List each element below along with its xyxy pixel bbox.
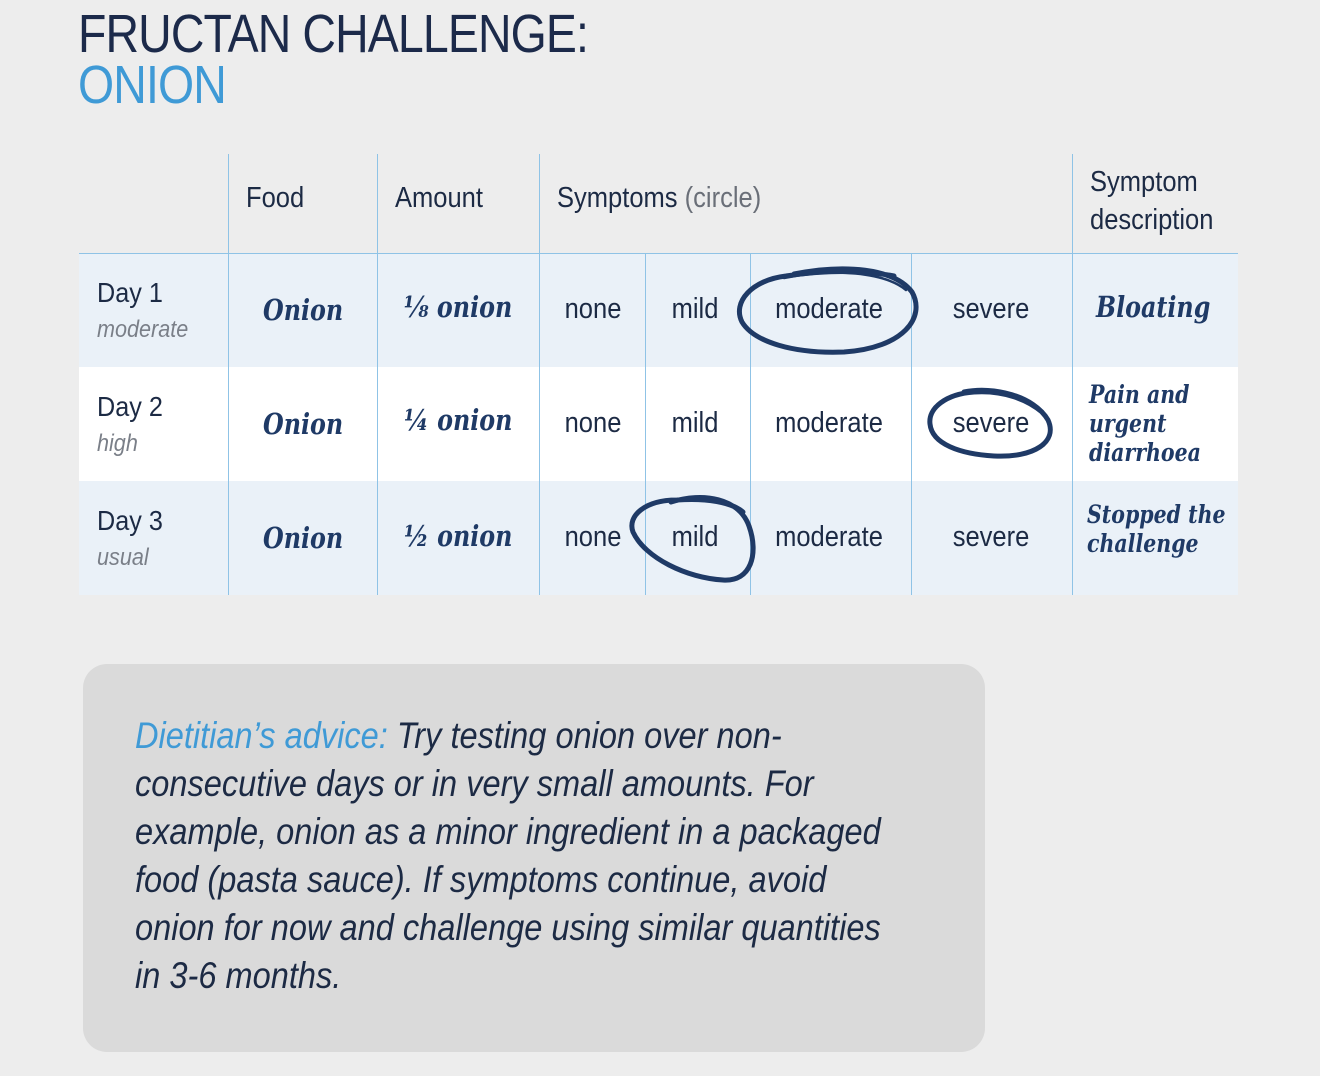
symptom-option-moderate[interactable]: moderate bbox=[775, 521, 883, 554]
advice-text: Dietitian’s advice: Try testing onion ov… bbox=[135, 712, 892, 1000]
challenge-table: Food Amount Symptoms (circle) Symptom de… bbox=[79, 154, 1238, 595]
symptom-option-moderate[interactable]: moderate bbox=[775, 407, 883, 440]
header-symptoms: Symptoms (circle) bbox=[557, 182, 761, 215]
header-amount: Amount bbox=[395, 182, 483, 214]
row-amount: ½ onion bbox=[404, 519, 512, 553]
column-divider bbox=[228, 154, 229, 595]
row-food: Onion bbox=[263, 521, 344, 555]
row-level-label: moderate bbox=[97, 316, 189, 343]
row-symptom-description: Stopped the challenge bbox=[1087, 500, 1226, 558]
title-line-1: FRUCTAN CHALLENGE: bbox=[78, 4, 589, 64]
header-symptom-description: Symptom description bbox=[1090, 166, 1214, 236]
dietitian-advice-box: Dietitian’s advice: Try testing onion ov… bbox=[83, 664, 985, 1052]
column-divider bbox=[539, 154, 540, 595]
advice-body: Try testing onion over non-consecutive d… bbox=[135, 715, 881, 996]
row-level-label: high bbox=[97, 430, 138, 457]
row-food: Onion bbox=[263, 407, 344, 441]
column-divider bbox=[377, 154, 378, 595]
row-level-label: usual bbox=[97, 544, 149, 571]
amount-unit: onion bbox=[436, 290, 513, 324]
row-symptom-description: Pain and urgent diarrhoea bbox=[1089, 380, 1201, 467]
amount-fraction: ½ bbox=[404, 519, 429, 553]
row-band-day-1 bbox=[79, 254, 1238, 367]
symptom-option-none[interactable]: none bbox=[565, 521, 622, 554]
advice-label: Dietitian’s advice: bbox=[135, 715, 388, 756]
circled-mild-mark bbox=[629, 494, 756, 583]
row-amount: ⅛ onion bbox=[404, 290, 512, 324]
symptom-option-none[interactable]: none bbox=[565, 293, 622, 326]
header-food: Food bbox=[246, 182, 305, 214]
circled-severe-mark bbox=[927, 387, 1053, 459]
header-symptoms-label: Symptoms bbox=[557, 182, 678, 214]
row-food: Onion bbox=[263, 293, 344, 327]
amount-unit: onion bbox=[437, 403, 513, 437]
row-day-label: Day 2 bbox=[97, 391, 163, 422]
amount-unit: onion bbox=[437, 519, 513, 553]
row-band-day-2 bbox=[79, 367, 1238, 481]
row-day-label: Day 1 bbox=[97, 277, 163, 308]
symptom-option-severe[interactable]: severe bbox=[953, 521, 1030, 554]
header-divider bbox=[79, 253, 1238, 254]
title-line-2: ONION bbox=[78, 55, 227, 115]
row-amount: ¼ onion bbox=[404, 403, 512, 437]
amount-fraction: ⅛ bbox=[404, 290, 429, 324]
row-day-label: Day 3 bbox=[97, 505, 163, 536]
circled-moderate-mark bbox=[736, 266, 919, 355]
row-symptom-description: Bloating bbox=[1096, 290, 1211, 324]
symptom-option-mild[interactable]: mild bbox=[672, 407, 719, 440]
column-divider bbox=[1072, 154, 1073, 595]
header-symptoms-note: (circle) bbox=[684, 182, 762, 214]
amount-fraction: ¼ bbox=[404, 403, 429, 437]
symptom-option-mild[interactable]: mild bbox=[672, 293, 719, 326]
symptom-option-severe[interactable]: severe bbox=[953, 293, 1030, 326]
symptom-option-none[interactable]: none bbox=[565, 407, 622, 440]
